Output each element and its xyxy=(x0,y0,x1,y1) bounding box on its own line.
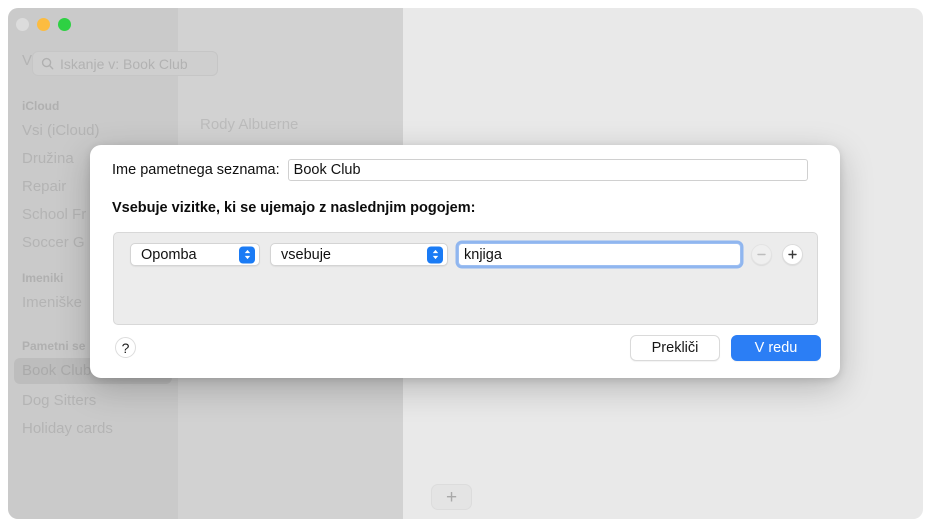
cancel-button[interactable]: Prekliči xyxy=(630,335,720,361)
dialog-actions: Prekliči V redu xyxy=(630,335,821,361)
list-item[interactable]: Rody Albuerne xyxy=(178,108,403,142)
sidebar-item-holiday-cards[interactable]: Holiday cards xyxy=(8,416,178,442)
close-window-button[interactable] xyxy=(16,18,29,31)
sidebar-header-label: Pametni se xyxy=(22,339,85,353)
plus-icon xyxy=(787,249,798,260)
sidebar-header-icloud: iCloud xyxy=(8,96,178,116)
sidebar-item-label: Holiday cards xyxy=(22,420,113,437)
sidebar-header-label: iCloud xyxy=(22,99,59,113)
sidebar-item-label: Book Club xyxy=(22,362,91,379)
sidebar-item-label: Vsi (iCloud) xyxy=(22,122,100,139)
sidebar-item-label: Dog Sitters xyxy=(22,392,96,409)
add-contact-button[interactable]: + xyxy=(431,484,472,510)
contact-name: Rody Albuerne xyxy=(200,116,298,133)
smart-list-dialog: Ime pametnega seznama: Vsebuje vizitke, … xyxy=(90,145,840,378)
sidebar-item-label: Repair xyxy=(22,178,66,195)
sidebar-header-label: Imeniki xyxy=(22,271,63,285)
condition-value-input[interactable] xyxy=(458,243,741,266)
minimize-window-button[interactable] xyxy=(37,18,50,31)
smart-list-name-input[interactable] xyxy=(288,159,808,181)
smart-list-name-label: Ime pametnega seznama: xyxy=(112,162,280,178)
help-button[interactable]: ? xyxy=(115,337,136,358)
zoom-window-button[interactable] xyxy=(58,18,71,31)
add-condition-button[interactable] xyxy=(782,244,803,265)
chevron-up-down-icon xyxy=(427,246,443,263)
chevron-up-down-icon xyxy=(239,246,255,263)
condition-value-wrapper xyxy=(458,243,741,266)
condition-attribute-label: Opomba xyxy=(141,247,197,263)
search-input[interactable]: Iskanje v: Book Club xyxy=(60,56,188,72)
conditions-subtitle: Vsebuje vizitke, ki se ujemajo z nasledn… xyxy=(112,200,475,216)
condition-attribute-popup[interactable]: Opomba xyxy=(130,243,260,266)
traffic-lights xyxy=(16,18,71,31)
sidebar-item-label: Soccer G xyxy=(22,234,85,251)
remove-condition-button[interactable] xyxy=(751,244,772,265)
condition-operator-label: vsebuje xyxy=(281,247,331,263)
sidebar-item-vsi-icloud[interactable]: Vsi (iCloud) xyxy=(8,118,178,144)
condition-row: Opomba vsebuje xyxy=(130,243,803,266)
condition-operator-popup[interactable]: vsebuje xyxy=(270,243,448,266)
plus-icon: + xyxy=(446,488,457,507)
ok-button[interactable]: V redu xyxy=(731,335,821,361)
sidebar-item-label: Imeniške xyxy=(22,294,82,311)
sidebar-item-label: School Fr xyxy=(22,206,86,223)
search-field[interactable]: Iskanje v: Book Club xyxy=(32,51,218,76)
sidebar-item-label: Družina xyxy=(22,150,74,167)
minus-icon xyxy=(756,249,767,260)
sidebar-item-dog-sitters[interactable]: Dog Sitters xyxy=(8,388,178,414)
screen: Vsi stiki iCloud Vsi (iCloud) Družina Re… xyxy=(0,0,931,527)
question-mark-icon: ? xyxy=(122,340,130,356)
search-icon xyxy=(41,57,54,70)
smart-list-name-row: Ime pametnega seznama: xyxy=(112,159,808,181)
conditions-group: Opomba vsebuje xyxy=(113,232,818,325)
